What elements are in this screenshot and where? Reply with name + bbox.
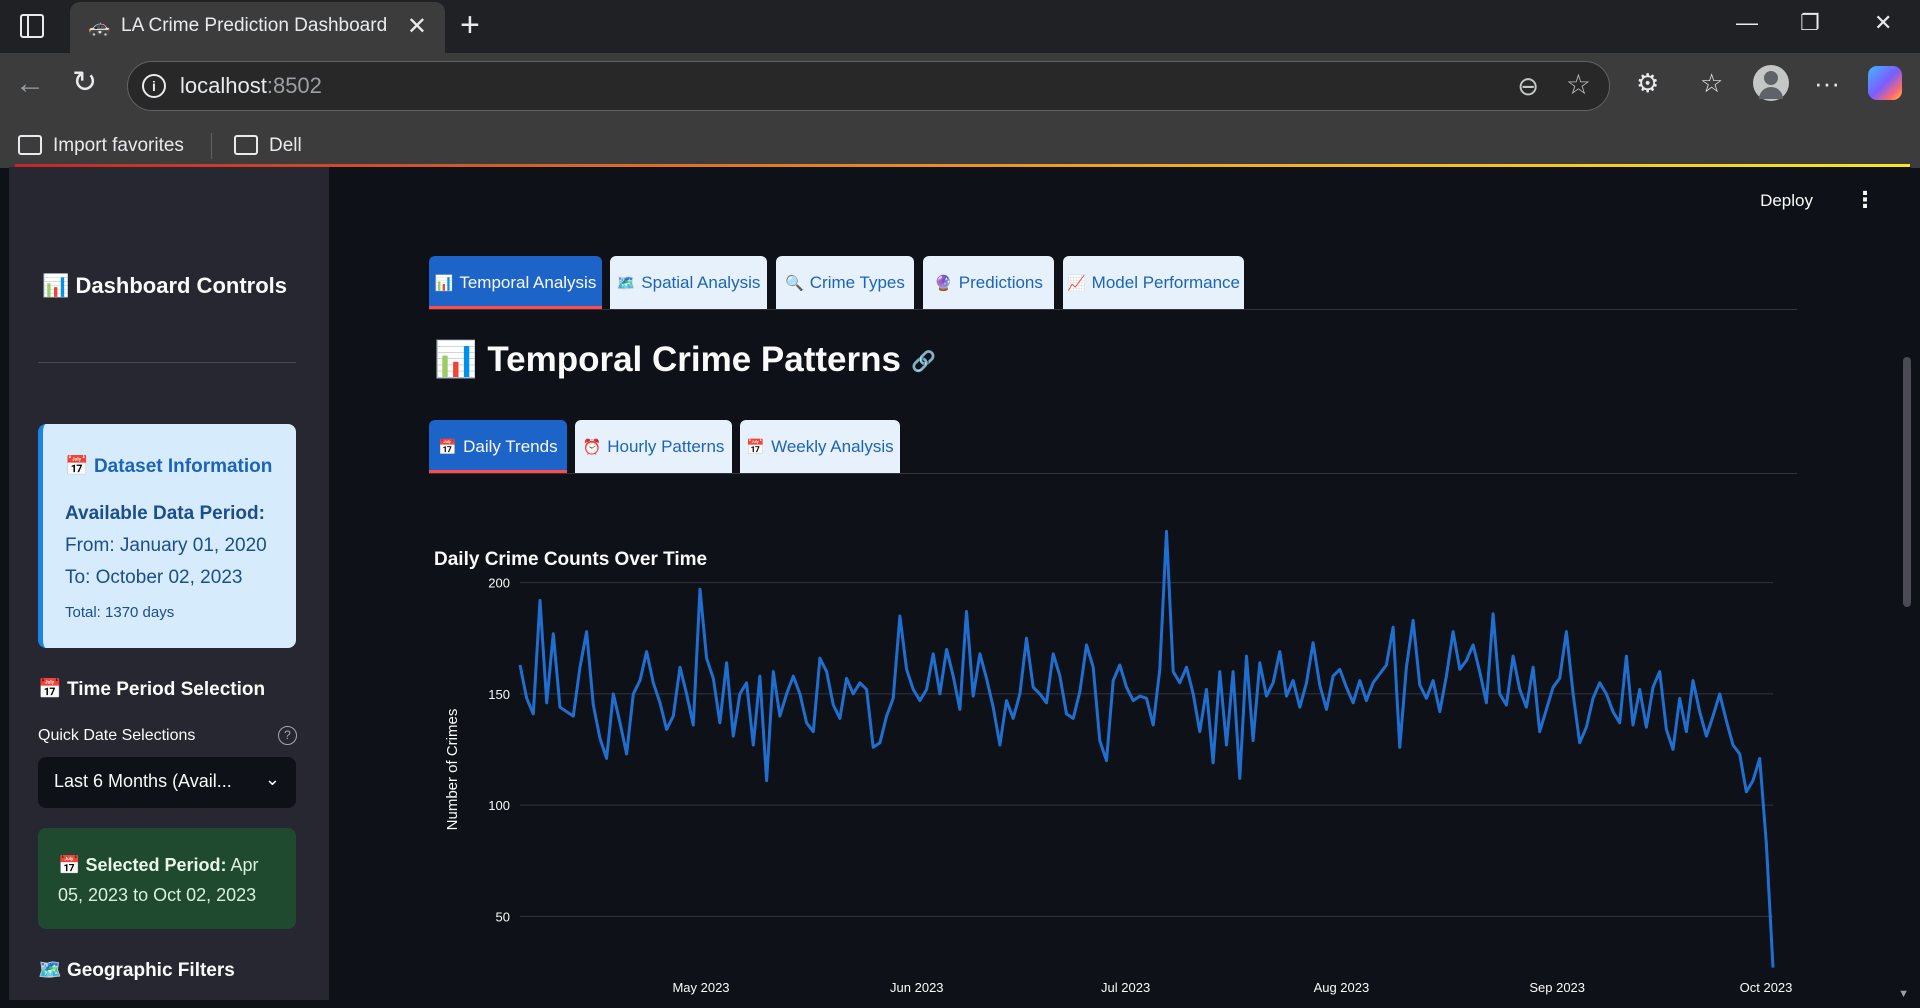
y-tick-label: 100 xyxy=(488,798,510,813)
help-icon[interactable]: ? xyxy=(278,726,297,745)
y-tick-label: 150 xyxy=(488,687,510,702)
sub-tabs: 📅 Daily Trends ⏰ Hourly Patterns 📅 Weekly A… xyxy=(429,420,1797,474)
new-tab-icon[interactable]: + xyxy=(460,6,480,45)
data-from: From: January 01, 2020 xyxy=(65,535,267,556)
browser-tab[interactable]: 🚓 LA Crime Prediction Dashboard ✕ xyxy=(70,2,445,53)
x-tick-label: Sep 2023 xyxy=(1529,980,1585,995)
data-total: Total: 1370 days xyxy=(65,604,175,621)
calendar-icon: 📅 xyxy=(38,679,62,700)
map-icon: 🗺️ xyxy=(616,275,636,292)
folder-icon xyxy=(234,135,258,155)
browser-toolbar: ← ↻ i localhost:8502 ⊖ ☆ ⚙ ☆ ··· Import … xyxy=(0,53,1920,168)
calendar-icon: 📅 xyxy=(65,456,89,477)
deploy-button[interactable]: Deploy xyxy=(1760,191,1813,211)
tab-daily-trends[interactable]: 📅 Daily Trends xyxy=(429,420,567,473)
y-tick-label: 50 xyxy=(496,909,510,924)
back-icon[interactable]: ← xyxy=(15,67,45,101)
zoom-out-icon[interactable]: ⊖ xyxy=(1517,71,1539,102)
address-bar[interactable]: i localhost:8502 ⊖ ☆ xyxy=(127,61,1610,111)
tab-temporal-analysis[interactable]: 📊 Temporal Analysis xyxy=(429,256,602,309)
bookmark-dell[interactable]: Dell xyxy=(269,135,302,157)
tab-spatial-analysis[interactable]: 🗺️ Spatial Analysis xyxy=(610,256,767,309)
x-tick-label: Oct 2023 xyxy=(1740,980,1793,995)
geographic-filters-heading: 🗺️ Geographic Filters xyxy=(38,960,235,981)
copilot-icon[interactable] xyxy=(1868,66,1902,100)
main-tabs: 📊 Temporal Analysis 🗺️ Spatial Analysis 🔍 C… xyxy=(429,256,1797,310)
bookmarks-bar: Import favorites Dell xyxy=(0,119,1920,169)
more-options-icon[interactable]: ··· xyxy=(1814,68,1840,99)
calendar-icon: 📅 xyxy=(438,439,458,456)
quick-date-select[interactable]: Last 6 Months (Avail... ⌄ xyxy=(38,757,296,808)
x-tick-label: Jul 2023 xyxy=(1101,980,1150,995)
tab-title: LA Crime Prediction Dashboard xyxy=(121,15,388,36)
tab-predictions[interactable]: 🔮 Predictions xyxy=(923,256,1054,309)
main-content: Deploy ⋮ 📊 Temporal Analysis 🗺️ Spatial An… xyxy=(329,167,1911,1000)
tab-model-performance[interactable]: 📈 Model Performance xyxy=(1063,256,1244,309)
close-window-icon[interactable]: ✕ xyxy=(1874,10,1892,36)
bookmark-divider xyxy=(211,133,212,159)
import-favorites-icon xyxy=(18,135,42,155)
reload-icon[interactable]: ↻ xyxy=(72,65,97,100)
calendar-icon: 📅 xyxy=(58,855,81,875)
scroll-down-icon[interactable]: ▼ xyxy=(1898,988,1909,1000)
tab-crime-types[interactable]: 🔍 Crime Types xyxy=(776,256,914,309)
series-line xyxy=(518,529,1775,968)
selected-period-text: 📅 Selected Period: Apr 05, 2023 to Oct 0… xyxy=(58,855,259,905)
tab-hourly-patterns[interactable]: ⏰ Hourly Patterns xyxy=(575,420,732,473)
minimize-icon[interactable]: — xyxy=(1736,10,1758,36)
alarm-clock-icon: ⏰ xyxy=(582,439,602,456)
sidebar-title: 📊 Dashboard Controls xyxy=(42,273,287,298)
daily-crime-chart[interactable]: 50 100 150 200 Number of Crimes May 2023 Jun 2… xyxy=(423,507,1803,997)
selected-period-box: 📅 Selected Period: Apr 05, 2023 to Oct 0… xyxy=(38,828,296,929)
chevron-down-icon: ⌄ xyxy=(264,769,280,789)
x-tick-label: Jun 2023 xyxy=(890,980,944,995)
map-icon: 🗺️ xyxy=(38,960,62,981)
page-title: 📊 Temporal Crime Patterns 🔗 xyxy=(434,340,936,379)
restore-icon[interactable]: ❐ xyxy=(1800,10,1820,36)
bar-chart-icon: 📊 xyxy=(42,273,70,298)
trend-chart-icon: 📈 xyxy=(1066,275,1086,292)
quick-date-label: Quick Date Selections xyxy=(38,727,196,744)
bar-chart-icon: 📊 xyxy=(434,275,454,292)
bookmark-import-favorites[interactable]: Import favorites xyxy=(53,135,184,157)
streamlit-app: 📊 Dashboard Controls 📅 Dataset Informati… xyxy=(9,167,1911,1000)
crystal-ball-icon: 🔮 xyxy=(934,275,953,292)
data-period-label: Available Data Period: xyxy=(65,503,265,524)
police-car-icon: 🚓 xyxy=(88,17,111,37)
data-to: To: October 02, 2023 xyxy=(65,567,243,588)
bar-chart-icon: 📊 xyxy=(434,340,478,379)
quick-date-value: Last 6 Months (Avail... xyxy=(54,771,232,791)
extensions-icon[interactable]: ⚙ xyxy=(1636,68,1659,99)
time-period-heading: 📅 Time Period Selection xyxy=(38,679,266,700)
y-axis-label: Number of Crimes xyxy=(444,709,461,831)
y-tick-label: 200 xyxy=(488,576,510,591)
x-tick-label: Aug 2023 xyxy=(1314,980,1370,995)
favorites-icon[interactable]: ☆ xyxy=(1700,68,1723,99)
site-info-icon[interactable]: i xyxy=(142,74,166,98)
url-text: localhost:8502 xyxy=(180,73,322,98)
main-menu-icon[interactable]: ⋮ xyxy=(1854,187,1876,213)
dataset-info-title: 📅 Dataset Information xyxy=(65,456,273,477)
tab-weekly-analysis[interactable]: 📅 Weekly Analysis xyxy=(740,420,900,473)
profile-avatar-icon[interactable] xyxy=(1753,65,1789,101)
browser-tab-bar: 🚓 LA Crime Prediction Dashboard ✕ + — ❐ … xyxy=(0,0,1920,53)
tab-actions-icon[interactable] xyxy=(20,14,44,38)
calendar-icon: 📅 xyxy=(746,439,766,456)
sidebar-divider xyxy=(38,362,296,363)
magnifier-icon: 🔍 xyxy=(785,275,804,292)
favorite-star-icon[interactable]: ☆ xyxy=(1566,68,1591,101)
sidebar: 📊 Dashboard Controls 📅 Dataset Informati… xyxy=(9,167,329,1000)
x-tick-label: May 2023 xyxy=(672,980,729,995)
close-tab-icon[interactable]: ✕ xyxy=(407,12,427,41)
anchor-link-icon[interactable]: 🔗 xyxy=(911,349,936,374)
dataset-info-box: 📅 Dataset Information Available Data Per… xyxy=(38,424,296,648)
scrollbar[interactable] xyxy=(1903,357,1911,607)
